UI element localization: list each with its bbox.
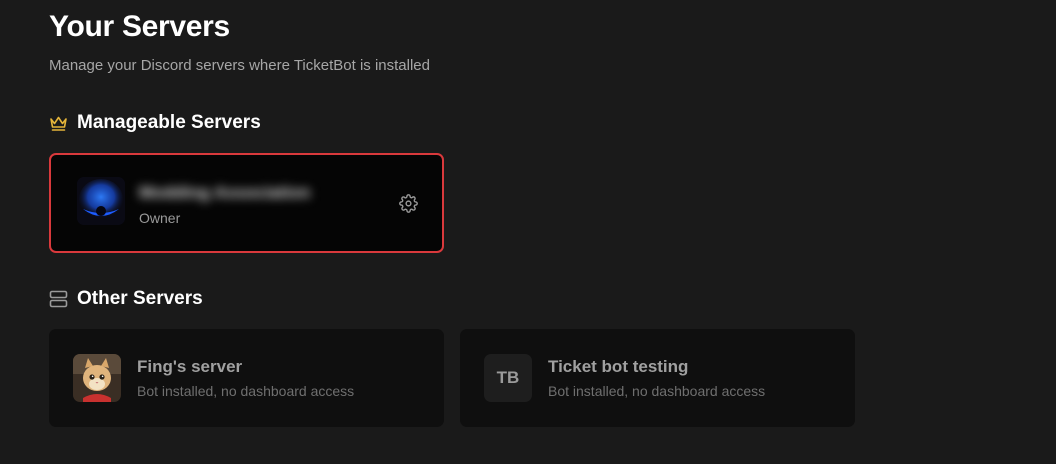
manageable-servers-header: Manageable Servers <box>49 112 261 134</box>
page-title: Your Servers <box>49 10 230 43</box>
manageable-servers-heading: Manageable Servers <box>77 112 261 133</box>
other-servers-heading: Other Servers <box>77 288 203 309</box>
server-status: Bot installed, no dashboard access <box>548 383 766 399</box>
server-card-modding[interactable]: Modding Association Owner <box>49 153 444 253</box>
server-name: Modding Association <box>139 183 311 202</box>
other-servers-header: Other Servers <box>49 288 203 310</box>
page-subtitle: Manage your Discord servers where Ticket… <box>49 57 430 74</box>
server-avatar-initials: TB <box>484 354 532 402</box>
crown-icon <box>49 114 68 133</box>
server-name: Ticket bot testing <box>548 357 689 376</box>
server-avatar-cat <box>73 354 121 402</box>
gear-icon[interactable] <box>398 193 418 213</box>
server-status: Bot installed, no dashboard access <box>137 383 355 399</box>
server-avatar <box>77 177 125 225</box>
server-role: Owner <box>139 210 181 226</box>
server-card-fings[interactable]: Fing's server Bot installed, no dashboar… <box>49 329 444 427</box>
server-card-ticket-bot-testing[interactable]: TB Ticket bot testing Bot installed, no … <box>460 329 855 427</box>
servers-page: Your Servers Manage your Discord servers… <box>0 0 1056 464</box>
server-stack-icon <box>49 290 68 309</box>
server-name: Fing's server <box>137 357 243 376</box>
